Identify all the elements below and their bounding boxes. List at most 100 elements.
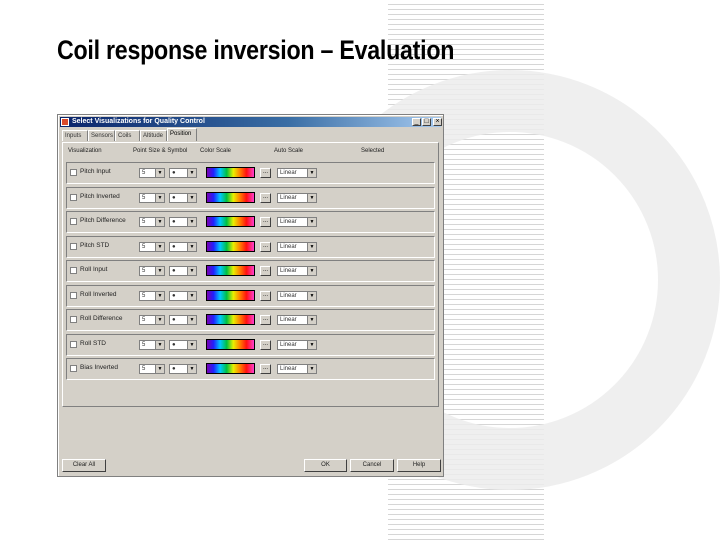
point-size-dropdown[interactable]: 5 ▼ — [139, 192, 165, 203]
row-checkbox[interactable] — [70, 291, 77, 299]
chevron-down-icon: ▼ — [307, 193, 316, 202]
point-size-value: 5 — [142, 341, 146, 348]
color-scale-button[interactable]: ... — [260, 339, 271, 350]
chevron-down-icon: ▼ — [307, 267, 316, 275]
column-header-selected: Selected — [361, 148, 385, 154]
row-label: Roll Input — [80, 266, 108, 273]
symbol-dropdown[interactable]: ● ▼ — [169, 168, 197, 178]
auto-scale-dropdown[interactable]: Linear ▼ — [277, 339, 317, 350]
symbol-dropdown[interactable]: ● ▼ — [169, 315, 197, 325]
chevron-down-icon: ▼ — [155, 169, 164, 177]
point-size-value: 5 — [142, 243, 146, 250]
row-label: Pitch Difference — [80, 217, 126, 224]
point-size-dropdown[interactable]: 5 ▼ — [139, 168, 165, 178]
point-size-dropdown[interactable]: 5 ▼ — [139, 315, 165, 325]
column-header-point-size: Point Size & Symbol — [133, 148, 188, 154]
clear-all-button[interactable]: Clear All — [62, 459, 106, 472]
symbol-dropdown[interactable]: ● ▼ — [169, 364, 197, 374]
auto-scale-value: Linear — [280, 317, 297, 323]
symbol-dropdown[interactable]: ● ▼ — [169, 339, 197, 350]
point-size-dropdown[interactable]: 5 ▼ — [139, 290, 165, 301]
symbol-dropdown[interactable]: ● ▼ — [169, 192, 197, 203]
row-label: Pitch Input — [80, 168, 111, 175]
chevron-down-icon: ▼ — [155, 365, 164, 373]
point-size-dropdown[interactable]: 5 ▼ — [139, 266, 165, 276]
symbol-value: ● — [172, 243, 176, 250]
row-checkbox[interactable] — [70, 242, 77, 250]
row-label: Pitch STD — [80, 241, 110, 249]
row-checkbox[interactable] — [70, 267, 77, 274]
row-checkbox[interactable] — [70, 218, 77, 225]
auto-scale-value: Linear — [280, 170, 297, 176]
auto-scale-dropdown[interactable]: Linear ▼ — [277, 266, 317, 276]
point-size-dropdown[interactable]: 5 ▼ — [139, 217, 165, 227]
row-checkbox[interactable] — [70, 169, 77, 176]
chevron-down-icon: ▼ — [307, 169, 316, 177]
tab-coils[interactable]: Coils — [115, 130, 140, 141]
auto-scale-dropdown[interactable]: Linear ▼ — [277, 364, 317, 374]
color-scale-button[interactable]: ... — [260, 266, 271, 276]
tab-sensors[interactable]: Sensors — [88, 130, 115, 141]
point-size-dropdown[interactable]: 5 ▼ — [139, 241, 165, 252]
auto-scale-dropdown[interactable]: Linear ▼ — [277, 290, 317, 301]
symbol-value: ● — [172, 317, 176, 323]
chevron-down-icon: ▼ — [307, 316, 316, 324]
color-scale-button[interactable]: ... — [260, 290, 271, 301]
symbol-dropdown[interactable]: ● ▼ — [169, 241, 197, 252]
row-checkbox[interactable] — [70, 365, 77, 372]
tab-position[interactable]: Position — [167, 128, 197, 141]
point-size-value: 5 — [142, 268, 146, 274]
symbol-value: ● — [172, 268, 176, 274]
visualization-row: Pitch Difference 5 ▼ ● ▼... Linear ▼ — [66, 211, 435, 233]
auto-scale-dropdown[interactable]: Linear ▼ — [277, 315, 317, 325]
chevron-down-icon: ▼ — [307, 291, 316, 300]
color-scale-swatch — [206, 314, 255, 325]
chevron-down-icon: ▼ — [307, 242, 316, 251]
symbol-value: ● — [172, 170, 176, 176]
ok-button[interactable]: OK — [304, 459, 347, 472]
point-size-dropdown[interactable]: 5 ▼ — [139, 364, 165, 374]
row-label: Roll STD — [80, 339, 107, 347]
visualization-row: Roll Inverted 5 ▼ ● ▼... Linear ▼ — [66, 284, 435, 307]
chevron-down-icon: ▼ — [187, 291, 196, 300]
maximize-button[interactable]: □ — [422, 118, 431, 126]
dialog-title: Select Visualizations for Quality Contro… — [72, 118, 205, 125]
cancel-button[interactable]: Cancel — [350, 459, 394, 472]
point-size-dropdown[interactable]: 5 ▼ — [139, 339, 165, 350]
symbol-value: ● — [172, 194, 176, 201]
chevron-down-icon: ▼ — [155, 267, 164, 275]
auto-scale-value: Linear — [280, 194, 297, 201]
color-scale-button[interactable]: ... — [260, 168, 271, 178]
column-header-visualization: Visualization — [68, 148, 102, 154]
auto-scale-value: Linear — [280, 268, 297, 274]
minimize-button[interactable]: _ — [412, 118, 421, 126]
close-button[interactable]: × — [433, 118, 442, 126]
auto-scale-dropdown[interactable]: Linear ▼ — [277, 192, 317, 203]
auto-scale-dropdown[interactable]: Linear ▼ — [277, 241, 317, 252]
color-scale-button[interactable]: ... — [260, 192, 271, 203]
auto-scale-dropdown[interactable]: Linear ▼ — [277, 168, 317, 178]
tab-altitude[interactable]: Altitude — [140, 130, 167, 141]
symbol-dropdown[interactable]: ● ▼ — [169, 290, 197, 301]
visualization-row: Pitch Inverted 5 ▼ ● ▼... Linear ▼ — [66, 186, 435, 209]
tab-inputs[interactable]: Inputs — [62, 130, 88, 141]
symbol-value: ● — [172, 341, 176, 348]
chevron-down-icon: ▼ — [187, 169, 196, 177]
symbol-dropdown[interactable]: ● ▼ — [169, 217, 197, 227]
help-button[interactable]: Help — [397, 459, 441, 472]
visualization-row: Pitch STD 5 ▼ ● ▼... Linear ▼ — [66, 235, 435, 258]
row-checkbox[interactable] — [70, 340, 77, 348]
symbol-dropdown[interactable]: ● ▼ — [169, 266, 197, 276]
color-scale-button[interactable]: ... — [260, 315, 271, 325]
slide-title: Coil response inversion – Evaluation — [57, 35, 455, 65]
visualization-row: Roll Input 5 ▼ ● ▼... Linear ▼ — [66, 260, 435, 282]
chevron-down-icon: ▼ — [187, 316, 196, 324]
row-label: Bias Inverted — [80, 364, 118, 371]
color-scale-button[interactable]: ... — [260, 241, 271, 252]
row-checkbox[interactable] — [70, 316, 77, 323]
color-scale-button[interactable]: ... — [260, 364, 271, 374]
row-checkbox[interactable] — [70, 193, 77, 201]
auto-scale-dropdown[interactable]: Linear ▼ — [277, 217, 317, 227]
point-size-value: 5 — [142, 219, 146, 225]
color-scale-button[interactable]: ... — [260, 217, 271, 227]
